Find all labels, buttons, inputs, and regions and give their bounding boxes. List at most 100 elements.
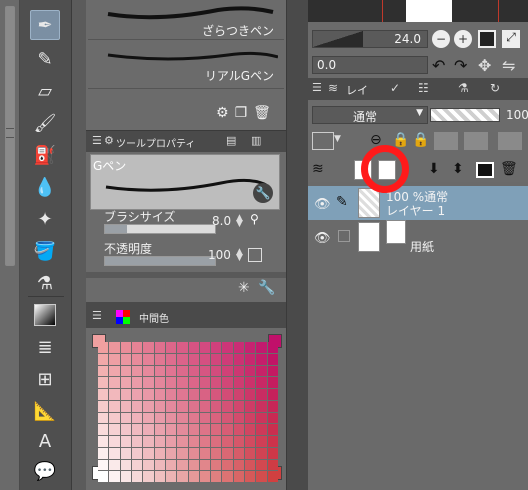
layer-color-icon[interactable] — [312, 132, 334, 150]
color-swatch[interactable] — [267, 412, 278, 424]
tool-property-tab[interactable]: ☰ ⚙ ツールプロパティ ▤ ▥ — [86, 130, 286, 152]
panel-scrollbar[interactable] — [72, 0, 86, 490]
color-swatch[interactable] — [188, 342, 199, 353]
color-swatch[interactable] — [131, 342, 143, 353]
brush-size-value[interactable]: 8.0 — [212, 214, 231, 228]
layer-opacity-slider[interactable] — [430, 108, 500, 122]
color-swatch[interactable] — [154, 436, 165, 447]
color-swatch[interactable] — [211, 424, 222, 435]
color-swatch[interactable] — [199, 436, 211, 447]
color-swatch[interactable] — [120, 400, 131, 412]
color-swatch[interactable] — [199, 424, 211, 435]
color-swatch[interactable] — [199, 377, 211, 388]
color-swatch[interactable] — [211, 400, 222, 412]
color-swatch[interactable] — [245, 389, 256, 400]
color-swatch[interactable] — [267, 459, 278, 471]
color-swatch[interactable] — [199, 342, 211, 353]
color-swatch[interactable] — [177, 365, 188, 377]
color-swatch[interactable] — [222, 400, 233, 412]
color-swatch[interactable] — [267, 389, 278, 400]
color-swatch[interactable] — [245, 459, 256, 471]
color-swatch[interactable] — [98, 471, 109, 482]
color-swatch[interactable] — [199, 459, 211, 471]
opacity-slider[interactable] — [104, 256, 216, 266]
layer-stack-icon[interactable]: ≋ — [312, 161, 324, 177]
color-swatch[interactable] — [98, 353, 109, 365]
color-swatch[interactable] — [188, 389, 199, 400]
color-swatch[interactable] — [131, 353, 143, 365]
tab-icon[interactable]: ☷ — [418, 81, 429, 95]
layer-edit-checkbox[interactable] — [338, 230, 350, 242]
color-swatch[interactable] — [177, 400, 188, 412]
color-swatch[interactable] — [120, 447, 131, 459]
color-swatch[interactable] — [98, 342, 109, 353]
color-swatch[interactable] — [143, 400, 154, 412]
blend-tool-icon[interactable]: 💧 — [30, 172, 60, 202]
color-swatch[interactable] — [267, 447, 278, 459]
color-swatch[interactable] — [188, 400, 199, 412]
color-swatch[interactable] — [98, 377, 109, 388]
color-swatch[interactable] — [177, 412, 188, 424]
mask-icon[interactable] — [498, 132, 522, 150]
color-swatch[interactable] — [233, 412, 245, 424]
color-swatch[interactable] — [267, 400, 278, 412]
color-swatch[interactable] — [177, 377, 188, 388]
tab-icon[interactable]: ▤ — [226, 134, 236, 147]
color-swatch[interactable] — [256, 365, 267, 377]
color-swatch[interactable] — [120, 377, 131, 388]
color-swatch[interactable] — [245, 342, 256, 353]
color-swatch[interactable] — [245, 471, 256, 482]
color-swatch[interactable] — [199, 353, 211, 365]
color-swatch[interactable] — [222, 353, 233, 365]
color-swatch[interactable] — [165, 353, 177, 365]
color-swatch[interactable] — [165, 459, 177, 471]
color-panel-tab[interactable]: ☰ 中間色 — [86, 306, 286, 328]
rotation-slider[interactable]: 0.0 — [312, 56, 428, 74]
color-swatch[interactable] — [199, 412, 211, 424]
color-swatch[interactable] — [154, 377, 165, 388]
color-swatch[interactable] — [188, 365, 199, 377]
settings-icon[interactable]: ⚙ — [216, 105, 229, 121]
combine-down-icon[interactable]: ⬍ — [452, 161, 464, 177]
color-swatch[interactable] — [256, 459, 267, 471]
reference-layer-icon[interactable] — [434, 132, 458, 150]
color-swatch[interactable] — [245, 412, 256, 424]
color-swatch[interactable] — [211, 436, 222, 447]
color-swatch[interactable] — [211, 353, 222, 365]
panel-menu-icon[interactable]: ☰ — [92, 134, 102, 147]
opacity-value[interactable]: 100 — [208, 248, 231, 262]
panel-menu-icon[interactable]: ☰ — [312, 81, 322, 94]
brush-size-slider[interactable] — [104, 224, 216, 234]
color-swatch[interactable] — [131, 365, 143, 377]
color-swatch[interactable] — [188, 447, 199, 459]
color-swatch[interactable] — [177, 389, 188, 400]
color-swatch[interactable] — [211, 459, 222, 471]
color-swatch[interactable] — [143, 459, 154, 471]
color-swatch[interactable] — [154, 400, 165, 412]
color-swatch[interactable] — [188, 412, 199, 424]
color-swatch[interactable] — [177, 459, 188, 471]
color-swatch[interactable] — [188, 424, 199, 435]
color-swatch[interactable] — [245, 447, 256, 459]
chevron-down-icon[interactable]: ▼ — [334, 134, 341, 144]
color-swatch[interactable] — [222, 365, 233, 377]
color-swatch[interactable] — [165, 424, 177, 435]
fill-tool-icon[interactable]: 🪣 — [30, 236, 60, 266]
reset-rotation-icon[interactable]: ✥ — [478, 56, 491, 75]
color-swatch[interactable] — [154, 389, 165, 400]
lock-icon[interactable]: 🔒 — [392, 132, 409, 148]
color-swatch[interactable] — [199, 365, 211, 377]
color-swatch[interactable] — [143, 342, 154, 353]
color-swatch[interactable] — [222, 389, 233, 400]
color-swatch[interactable] — [211, 447, 222, 459]
tab-icon[interactable]: ⚗ — [458, 81, 469, 95]
color-swatch[interactable] — [165, 436, 177, 447]
color-swatch[interactable] — [143, 447, 154, 459]
color-grid[interactable] — [98, 342, 278, 482]
color-swatch[interactable] — [165, 412, 177, 424]
color-swatch[interactable] — [267, 365, 278, 377]
color-swatch[interactable] — [109, 342, 120, 353]
trash-icon[interactable]: 🗑 — [253, 105, 271, 121]
color-swatch[interactable] — [98, 424, 109, 435]
lock-transparent-icon[interactable]: 🔒 — [412, 132, 429, 148]
